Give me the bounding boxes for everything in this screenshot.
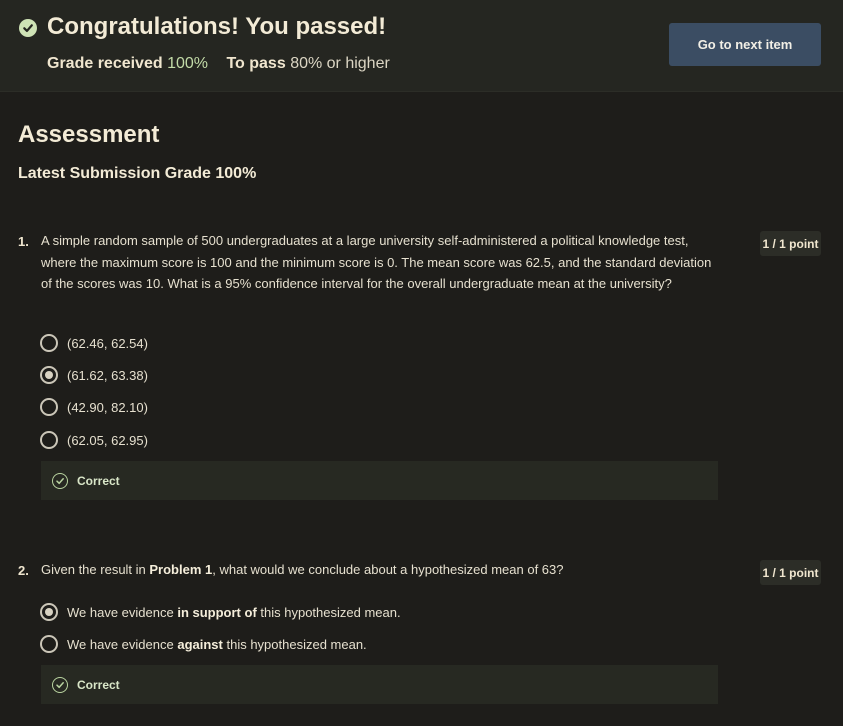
feedback-box: Correct xyxy=(41,665,718,704)
question-number: 1. xyxy=(18,234,29,249)
points-badge: 1 / 1 point xyxy=(760,560,821,585)
latest-submission-grade: Latest Submission Grade 100% xyxy=(18,165,257,182)
answer-option[interactable]: We have evidence against this hypothesiz… xyxy=(40,634,367,654)
option-label: (61.62, 63.38) xyxy=(67,367,148,383)
feedback-box: Correct xyxy=(41,461,718,500)
option-label: We have evidence in support of this hypo… xyxy=(67,604,401,620)
radio-button-selected[interactable] xyxy=(40,366,58,384)
radio-button-selected[interactable] xyxy=(40,603,58,621)
radio-button[interactable] xyxy=(40,635,58,653)
feedback-label: Correct xyxy=(77,473,120,488)
answer-option[interactable]: (42.90, 82.10) xyxy=(40,397,148,417)
option-label: (62.46, 62.54) xyxy=(67,335,148,351)
banner-title: Congratulations! You passed! xyxy=(47,13,387,40)
grade-received-label: Grade received xyxy=(47,55,163,72)
answer-option[interactable]: (62.05, 62.95) xyxy=(40,430,148,450)
check-circle-icon xyxy=(52,472,68,489)
question-text: A simple random sample of 500 undergradu… xyxy=(41,233,712,292)
assessment-heading: Assessment xyxy=(18,121,160,148)
pass-banner: Congratulations! You passed! Grade recei… xyxy=(0,0,843,92)
grade-received-value: 100% xyxy=(167,55,208,72)
question-number: 2. xyxy=(18,563,29,578)
radio-button[interactable] xyxy=(40,398,58,416)
feedback-label: Correct xyxy=(77,677,120,692)
question-text: Given the result in Problem 1, what woul… xyxy=(41,562,564,577)
check-circle-icon xyxy=(52,676,68,693)
points-badge: 1 / 1 point xyxy=(760,231,821,256)
option-label: We have evidence against this hypothesiz… xyxy=(67,636,367,652)
answer-option[interactable]: (61.62, 63.38) xyxy=(40,365,148,385)
banner-grades: Grade received 100% To pass 80% or highe… xyxy=(47,55,390,73)
answer-option[interactable]: (62.46, 62.54) xyxy=(40,333,148,353)
answer-option[interactable]: We have evidence in support of this hypo… xyxy=(40,602,401,622)
radio-button[interactable] xyxy=(40,334,58,352)
radio-button[interactable] xyxy=(40,431,58,449)
to-pass-value: 80% or higher xyxy=(290,55,390,72)
to-pass-label: To pass xyxy=(226,55,286,72)
option-label: (42.90, 82.10) xyxy=(67,399,148,415)
option-label: (62.05, 62.95) xyxy=(67,432,148,448)
go-to-next-item-button[interactable]: Go to next item xyxy=(669,23,821,66)
check-circle-icon xyxy=(19,19,37,37)
